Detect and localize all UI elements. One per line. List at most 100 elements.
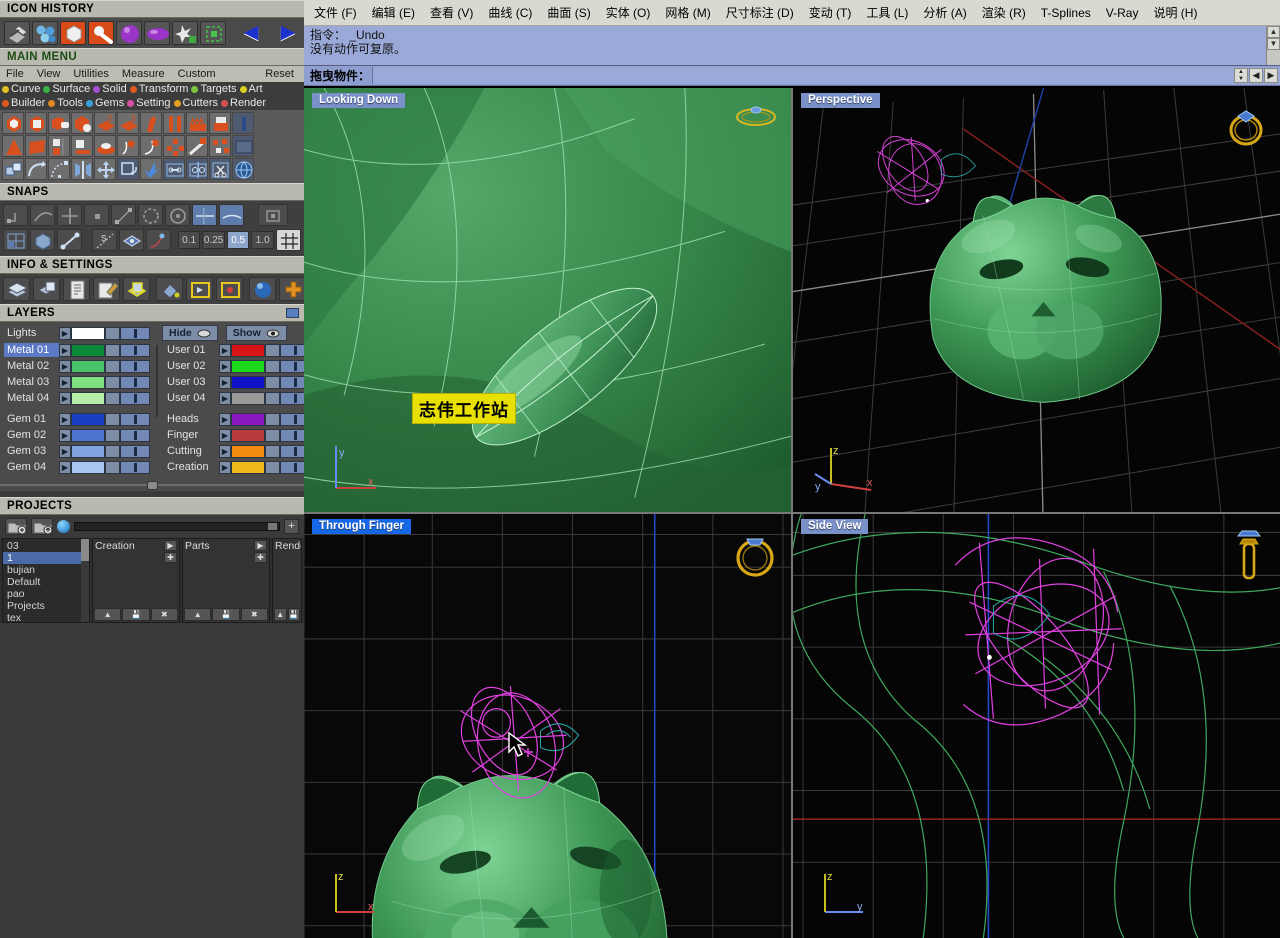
category-transform[interactable]: Transform: [129, 83, 188, 95]
layer-expand-icon[interactable]: ▶: [219, 460, 231, 474]
layer-color-swatch[interactable]: [231, 428, 265, 442]
command-nav-prev[interactable]: ◀: [1249, 68, 1263, 83]
column-save-button[interactable]: 💾: [212, 608, 240, 621]
snap-cen-icon[interactable]: [111, 204, 136, 226]
grid-snap-icon[interactable]: [3, 229, 28, 251]
layer-expand-icon[interactable]: ▶: [59, 428, 71, 442]
history-prev-button[interactable]: ◀: [239, 23, 263, 42]
layer-expand-icon[interactable]: ▶: [219, 444, 231, 458]
menu-utilities[interactable]: Utilities: [73, 68, 108, 80]
layer-lock-icon[interactable]: [105, 359, 120, 373]
hex-gem-icon[interactable]: [60, 21, 86, 45]
layer-name[interactable]: User 02: [164, 359, 219, 373]
trim-scissors-icon[interactable]: [209, 158, 231, 180]
list-item[interactable]: 03: [3, 540, 89, 552]
category-art[interactable]: Art: [239, 83, 263, 95]
resize-knob[interactable]: [146, 480, 158, 490]
smart-track-icon[interactable]: S: [91, 229, 117, 251]
layer-lock-icon[interactable]: [265, 460, 280, 474]
array-icon[interactable]: [209, 135, 231, 157]
nav-down[interactable]: ▼: [1235, 76, 1247, 83]
viewport-label-through-finger[interactable]: Through Finger: [312, 519, 411, 534]
command-scroll-up[interactable]: ▲: [1267, 26, 1280, 38]
history-next-button[interactable]: ▶: [276, 23, 300, 42]
layers-resize-bar[interactable]: [0, 479, 304, 491]
layer-lock-icon[interactable]: [265, 428, 280, 442]
layer-lock-icon[interactable]: [265, 412, 280, 426]
gumball-icon[interactable]: [118, 229, 144, 251]
render-sphere-icon[interactable]: [249, 277, 276, 301]
layer-visibility-toggle[interactable]: [120, 412, 150, 426]
layer-item-gem-04[interactable]: Gem 04 ▶: [4, 460, 150, 474]
snap-near-icon[interactable]: [30, 204, 55, 226]
command-nav-next[interactable]: ▶: [1264, 68, 1278, 83]
column-delete-button[interactable]: ✖: [150, 608, 178, 621]
layer-lock-icon[interactable]: [105, 444, 120, 458]
rhino-menu-tools[interactable]: 工具 (L): [866, 4, 908, 21]
project-status-orb-icon[interactable]: [57, 520, 70, 533]
column-add-button[interactable]: ✚: [254, 552, 267, 563]
category-setting[interactable]: Setting: [127, 97, 171, 109]
rhino-menu-render[interactable]: 渲染 (R): [982, 4, 1026, 21]
category-builder[interactable]: Builder: [2, 97, 45, 109]
snap-end-icon[interactable]: [3, 204, 28, 226]
slider-handle[interactable]: [268, 523, 277, 530]
layer-color-swatch[interactable]: [71, 428, 105, 442]
layer-item-metal-01[interactable]: Metal 01 ▶: [4, 343, 150, 357]
layer-name[interactable]: Metal 03: [4, 375, 59, 389]
menu-reset[interactable]: Reset: [265, 68, 294, 80]
snap-center-circle-icon[interactable]: [165, 204, 190, 226]
column-play-button[interactable]: ▶: [254, 540, 267, 551]
prong-icon[interactable]: [140, 112, 162, 134]
command-prompt[interactable]: 拖曳物件： ▲ ▼ ◀ ▶: [304, 65, 1280, 85]
duplicate-object-icon[interactable]: [2, 158, 24, 180]
viewport-through-finger[interactable]: Through Finger z x: [304, 514, 791, 938]
layer-lock-icon[interactable]: [265, 343, 280, 357]
list-item[interactable]: 1: [3, 552, 89, 564]
menu-measure[interactable]: Measure: [122, 68, 165, 80]
open-folder-icon[interactable]: [31, 518, 53, 535]
layer-lock-icon[interactable]: [105, 428, 120, 442]
layer-item-lights[interactable]: Lights ▶: [4, 326, 150, 340]
ortho-icon[interactable]: [30, 229, 55, 251]
viewport-label-looking-down[interactable]: Looking Down: [312, 93, 406, 108]
column-up-button[interactable]: ▲: [274, 608, 287, 621]
category-targets[interactable]: Targets: [191, 83, 237, 95]
layer-item-metal-04[interactable]: Metal 04 ▶: [4, 391, 150, 405]
edit-notes-icon[interactable]: [93, 277, 120, 301]
menu-custom[interactable]: Custom: [178, 68, 216, 80]
layer-name[interactable]: User 01: [164, 343, 219, 357]
layer-name[interactable]: Metal 04: [4, 391, 59, 405]
layer-color-swatch[interactable]: [231, 343, 265, 357]
explode-icon[interactable]: [186, 158, 208, 180]
rail-sweep-icon[interactable]: [140, 135, 162, 157]
layer-lock-icon[interactable]: [265, 359, 280, 373]
projects-file-list[interactable]: 03 1 bujian Default pao Projects tex: [2, 538, 90, 624]
rhino-menu-transform[interactable]: 变动 (T): [809, 4, 852, 21]
projects-slider[interactable]: [74, 522, 280, 531]
gem-hex-icon[interactable]: [2, 112, 24, 134]
rhino-menu-view[interactable]: 查看 (V): [430, 4, 473, 21]
layer-item-metal-02[interactable]: Metal 02 ▶: [4, 359, 150, 373]
column-save-button[interactable]: 💾: [287, 608, 300, 621]
layer-expand-icon[interactable]: ▶: [59, 412, 71, 426]
list-item[interactable]: pao: [3, 588, 89, 600]
ring-front-icon[interactable]: [733, 528, 777, 580]
category-tools[interactable]: Tools: [48, 97, 83, 109]
gem-square-icon[interactable]: [25, 112, 47, 134]
gem-cut-icon[interactable]: [48, 112, 70, 134]
scatter-icon[interactable]: [163, 135, 185, 157]
column-delete-button[interactable]: ✖: [240, 608, 268, 621]
command-scrollbar[interactable]: ▲ ▼: [1266, 26, 1280, 66]
layer-name[interactable]: Gem 01: [4, 412, 59, 426]
layer-item-gem-03[interactable]: Gem 03 ▶: [4, 444, 150, 458]
layer-item-user-01[interactable]: User 01 ▶: [164, 343, 310, 357]
preview-pane-icon[interactable]: [232, 135, 254, 157]
layer-color-swatch[interactable]: [71, 444, 105, 458]
show-button[interactable]: Show: [225, 325, 287, 341]
sweep-icon[interactable]: [117, 135, 139, 157]
command-scroll-down[interactable]: ▼: [1267, 38, 1280, 50]
star-gem-icon[interactable]: [172, 21, 198, 45]
gem-row-3-icon[interactable]: 3: [117, 112, 139, 134]
layer-expand-icon[interactable]: ▶: [219, 412, 231, 426]
